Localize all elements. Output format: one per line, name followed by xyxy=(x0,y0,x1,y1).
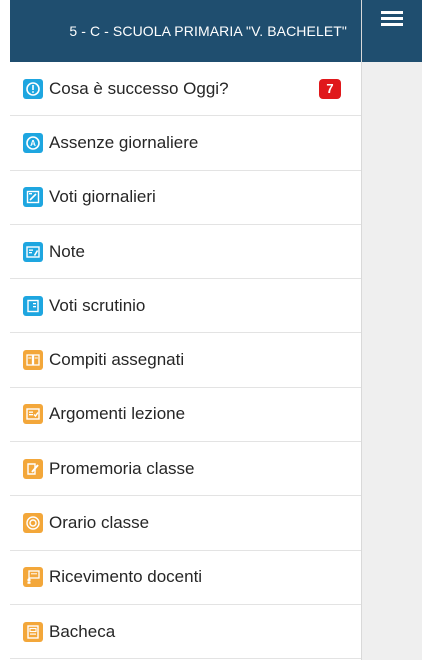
menu-item-voti-scrutinio[interactable]: Voti scrutinio xyxy=(10,279,361,334)
menu-item-label: Assenze giornaliere xyxy=(49,132,199,152)
menu-item-voti-giornalieri[interactable]: Voti giornalieri xyxy=(10,171,361,225)
menu-item-label: Voti scrutinio xyxy=(49,295,146,315)
content-pane xyxy=(362,0,422,660)
menu-toggle-icon[interactable] xyxy=(381,11,403,27)
app-bar xyxy=(362,0,422,62)
teacher-meeting-icon xyxy=(23,567,43,588)
bulletin-board-icon xyxy=(23,621,43,642)
menu-item-note[interactable]: Note xyxy=(10,225,361,280)
svg-text:A: A xyxy=(30,139,36,148)
menu-item-promemoria-classe[interactable]: Promemoria classe xyxy=(10,442,361,497)
class-header: 5 - C - SCUOLA PRIMARIA "V. BACHELET" xyxy=(10,0,361,62)
menu-item-label: Voti giornalieri xyxy=(49,187,156,207)
menu-item-label: Bacheca xyxy=(49,621,116,641)
info-icon xyxy=(23,78,43,99)
menu-item-label: Orario classe xyxy=(49,513,150,533)
notes-icon xyxy=(23,241,43,262)
navigation-drawer: 5 - C - SCUOLA PRIMARIA "V. BACHELET" Co… xyxy=(10,0,362,660)
menu-item-label: Promemoria classe xyxy=(49,458,195,478)
absence-icon: A xyxy=(23,132,43,153)
class-title: 5 - C - SCUOLA PRIMARIA "V. BACHELET" xyxy=(69,23,347,39)
menu-item-compiti-assegnati[interactable]: Compiti assegnati xyxy=(10,333,361,388)
menu-item-label: Cosa è successo Oggi? xyxy=(49,78,229,98)
menu-item-bacheca[interactable]: Bacheca xyxy=(10,605,361,660)
menu-item-cosa-e-successo-oggi[interactable]: Cosa è successo Oggi? 7 xyxy=(10,62,361,117)
reminder-icon xyxy=(23,458,43,479)
menu-item-label: Compiti assegnati xyxy=(49,350,185,370)
menu-item-ricevimento-docenti[interactable]: Ricevimento docenti xyxy=(10,551,361,605)
menu-item-orario-classe[interactable]: Orario classe xyxy=(10,496,361,551)
menu-item-label: Note xyxy=(49,241,85,261)
grades-icon xyxy=(23,187,43,208)
lesson-topics-icon xyxy=(23,404,43,425)
report-card-icon xyxy=(23,295,43,316)
menu-list: Cosa è successo Oggi? 7 A Assenze giorna… xyxy=(10,62,361,660)
menu-item-label: Ricevimento docenti xyxy=(49,567,203,587)
menu-item-argomenti-lezione[interactable]: Argomenti lezione xyxy=(10,388,361,443)
notification-badge: 7 xyxy=(319,78,341,99)
menu-item-label: Argomenti lezione xyxy=(49,404,186,424)
homework-icon xyxy=(23,350,43,371)
timetable-icon xyxy=(23,513,43,534)
menu-item-assenze-giornaliere[interactable]: A Assenze giornaliere xyxy=(10,116,361,171)
